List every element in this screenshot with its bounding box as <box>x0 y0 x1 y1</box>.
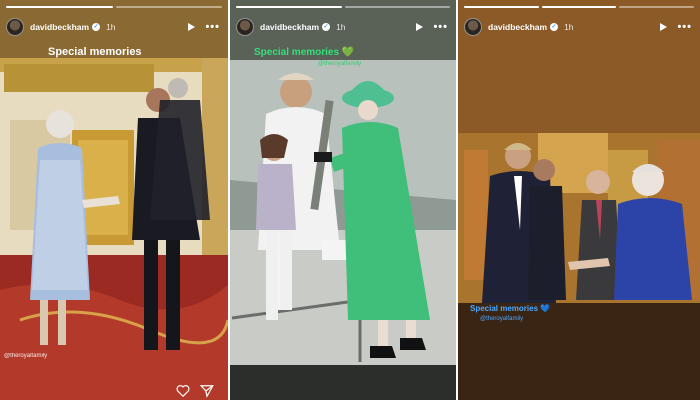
play-icon[interactable] <box>188 23 196 31</box>
mention-tag[interactable]: @theroyalfamily <box>480 316 523 322</box>
story-header: davidbeckham ✓ 1h ••• <box>236 16 448 38</box>
progress-segment <box>619 6 695 8</box>
mention-tag[interactable]: @theroyalfamily <box>318 61 361 67</box>
progress-segment <box>115 6 222 8</box>
progress-segment <box>236 6 342 8</box>
story-3-photo <box>458 0 700 400</box>
mention-tag[interactable]: @theroyalfamily <box>4 353 47 359</box>
heart-icon[interactable] <box>176 384 190 398</box>
story-panel-2[interactable]: davidbeckham ✓ 1h ••• Special memories 💚… <box>230 0 456 400</box>
story-2-photo <box>230 0 456 400</box>
post-time: 1h <box>106 22 116 32</box>
post-time: 1h <box>336 22 346 32</box>
avatar[interactable] <box>236 18 254 36</box>
verified-icon: ✓ <box>322 23 331 31</box>
progress-segment <box>344 6 450 8</box>
share-icon[interactable] <box>199 384 214 398</box>
verified-icon: ✓ <box>550 23 559 31</box>
story-caption: Special memories 💙 <box>470 304 551 313</box>
more-icon[interactable]: ••• <box>677 22 692 33</box>
avatar[interactable] <box>464 18 482 36</box>
username[interactable]: davidbeckham <box>260 22 319 32</box>
story-panel-3[interactable]: davidbeckham ✓ 1h ••• Special memories 💙… <box>458 0 700 400</box>
post-time: 1h <box>564 22 574 32</box>
story-panel-1[interactable]: davidbeckham ✓ 1h ••• Special memories @… <box>0 0 228 400</box>
story-header: davidbeckham ✓ 1h ••• <box>6 16 220 38</box>
progress-segment <box>541 6 617 8</box>
progress-segment <box>464 6 539 8</box>
story-progress <box>236 6 450 8</box>
username[interactable]: davidbeckham <box>488 22 547 32</box>
story-1-photo <box>0 0 228 400</box>
more-icon[interactable]: ••• <box>433 22 448 33</box>
progress-segment <box>6 6 113 8</box>
play-icon[interactable] <box>660 23 668 31</box>
story-caption: Special memories 💚 <box>254 47 355 58</box>
verified-icon: ✓ <box>92 23 101 31</box>
story-progress <box>6 6 222 8</box>
story-caption: Special memories <box>48 46 142 58</box>
avatar[interactable] <box>6 18 24 36</box>
more-icon[interactable]: ••• <box>205 22 220 33</box>
play-icon[interactable] <box>416 23 424 31</box>
username[interactable]: davidbeckham <box>30 22 89 32</box>
story-progress <box>464 6 695 8</box>
story-header: davidbeckham ✓ 1h ••• <box>464 16 692 38</box>
